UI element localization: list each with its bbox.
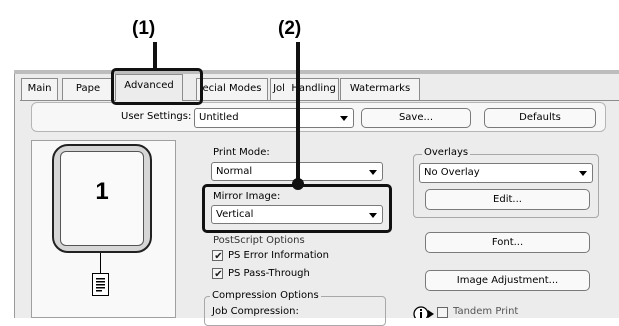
tab-job-handling-label-a: Jol xyxy=(273,83,285,94)
font-button[interactable]: Font... xyxy=(425,232,590,253)
highlight-box-1 xyxy=(111,68,203,105)
callout-1-label: (1) xyxy=(132,18,156,39)
tab-main[interactable]: Main xyxy=(21,78,58,100)
tab-paper[interactable]: Pape xyxy=(62,78,114,100)
chevron-down-icon xyxy=(579,171,587,176)
info-icon[interactable] xyxy=(413,306,429,318)
highlight-box-2 xyxy=(202,184,392,233)
compression-options-label: Compression Options xyxy=(210,290,321,301)
checkmark-icon: ✔ xyxy=(214,251,223,262)
overlays-label: Overlays xyxy=(422,147,471,158)
overlays-edit-button[interactable]: Edit... xyxy=(425,189,590,210)
print-mode-label: Print Mode: xyxy=(213,147,270,158)
tab-job-handling[interactable]: Jol Handling xyxy=(270,78,339,100)
page-preview-number: 1 xyxy=(95,178,109,205)
job-compression-label: Job Compression: xyxy=(212,306,299,317)
tab-watermarks[interactable]: Watermarks xyxy=(340,78,420,100)
preview-connector-line xyxy=(100,253,101,273)
tab-strip-baseline xyxy=(20,100,619,101)
checkmark-icon: ✔ xyxy=(214,269,223,280)
callout-2-label: (2) xyxy=(278,18,302,39)
defaults-button[interactable]: Defaults xyxy=(484,108,596,128)
ps-error-label: PS Error Information xyxy=(228,250,329,261)
tandem-print-checkbox[interactable] xyxy=(437,307,448,318)
chevron-down-icon xyxy=(340,116,348,121)
ps-pass-through-checkbox[interactable]: ✔ xyxy=(212,268,223,280)
tandem-print-label: Tandem Print xyxy=(453,306,519,317)
tandem-arrow-icon xyxy=(428,310,434,318)
document-icon xyxy=(92,273,109,296)
tab-special-modes[interactable]: ecial Modes xyxy=(196,78,268,100)
leader-2-endpoint xyxy=(292,178,304,190)
chevron-down-icon xyxy=(369,170,377,175)
user-settings-dropdown[interactable]: Untitled xyxy=(194,108,354,128)
ps-error-checkbox[interactable]: ✔ xyxy=(212,250,223,262)
image-adjustment-button[interactable]: Image Adjustment... xyxy=(425,270,590,291)
leader-line-1 xyxy=(153,42,157,69)
overlays-value: No Overlay xyxy=(424,167,480,178)
window-top-border xyxy=(14,70,619,74)
user-settings-value: Untitled xyxy=(199,112,239,123)
print-mode-value: Normal xyxy=(216,166,253,177)
leader-line-2 xyxy=(296,42,300,182)
user-settings-label: User Settings: xyxy=(121,111,192,122)
ps-pass-through-label: PS Pass-Through xyxy=(228,268,310,279)
postscript-options-label: PostScript Options xyxy=(213,235,305,246)
overlays-dropdown[interactable]: No Overlay xyxy=(419,163,593,183)
save-button[interactable]: Save... xyxy=(361,108,471,128)
